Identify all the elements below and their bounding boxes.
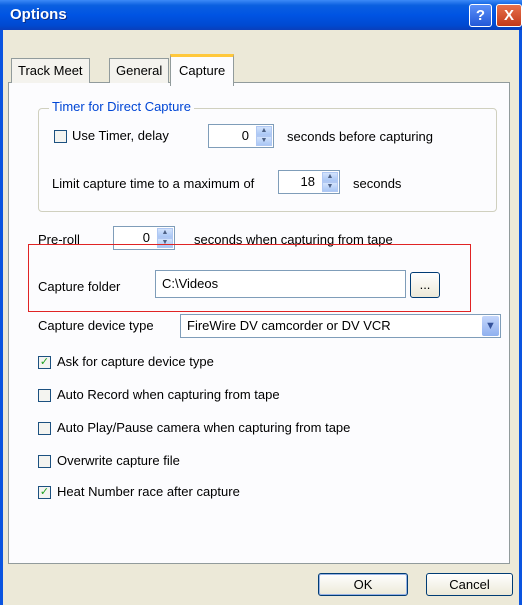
highlight-rectangle [28, 244, 471, 312]
limit-spin-buttons[interactable]: ▲ ▼ [322, 172, 338, 192]
limit-label: Limit capture time to a maximum of [52, 176, 255, 191]
limit-suffix: seconds [353, 176, 402, 191]
delay-value: 0 [241, 128, 249, 143]
spin-up-icon[interactable]: ▲ [322, 172, 338, 182]
capture-device-dropdown[interactable]: FireWire DV camcorder or DV VCR ▼ [180, 314, 501, 338]
overwrite-checkbox[interactable] [38, 455, 51, 468]
spin-up-icon[interactable]: ▲ [256, 126, 272, 136]
heat-number-label: Heat Number race after capture [57, 484, 240, 499]
use-timer-checkbox[interactable] [54, 130, 67, 143]
tab-general[interactable]: General [109, 58, 170, 83]
capture-device-label: Capture device type [38, 318, 154, 333]
tab-capture[interactable]: Capture [170, 54, 235, 86]
spin-down-icon[interactable]: ▼ [256, 136, 272, 146]
tab-track-meet[interactable]: Track Meet [11, 58, 90, 83]
limit-spinbox[interactable]: 18 ▲ ▼ [278, 170, 340, 194]
overwrite-label: Overwrite capture file [57, 453, 180, 468]
auto-play-label: Auto Play/Pause camera when capturing fr… [57, 420, 351, 435]
ask-device-label: Ask for capture device type [57, 354, 214, 369]
capture-device-value: FireWire DV camcorder or DV VCR [187, 318, 391, 333]
delay-suffix: seconds before capturing [287, 129, 433, 144]
delay-spin-buttons[interactable]: ▲ ▼ [256, 126, 272, 146]
spin-up-icon[interactable]: ▲ [157, 228, 173, 238]
ok-button[interactable]: OK [318, 573, 408, 596]
use-timer-label: Use Timer, delay [72, 128, 169, 143]
chevron-down-icon[interactable]: ▼ [482, 316, 499, 336]
help-icon[interactable]: ? [469, 4, 492, 27]
title-bar [0, 0, 522, 30]
timer-group-title: Timer for Direct Capture [49, 99, 194, 114]
close-icon[interactable]: X [496, 4, 522, 27]
auto-play-checkbox[interactable] [38, 422, 51, 435]
auto-record-label: Auto Record when capturing from tape [57, 387, 280, 402]
window-title: Options [10, 6, 67, 23]
ask-device-checkbox[interactable]: ✓ [38, 356, 51, 369]
delay-spinbox[interactable]: 0 ▲ ▼ [208, 124, 274, 148]
limit-value: 18 [300, 174, 315, 189]
heat-number-checkbox[interactable]: ✓ [38, 486, 51, 499]
preroll-value: 0 [142, 230, 150, 245]
spin-down-icon[interactable]: ▼ [322, 182, 338, 192]
auto-record-checkbox[interactable] [38, 389, 51, 402]
cancel-button[interactable]: Cancel [426, 573, 513, 596]
